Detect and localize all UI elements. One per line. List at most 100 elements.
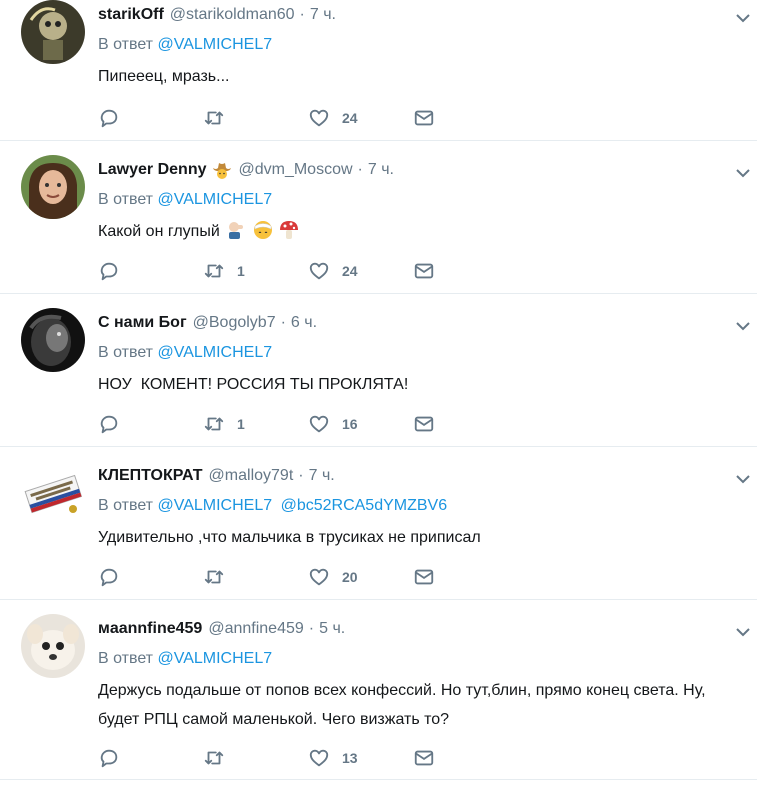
tweet[interactable]: КЛЕПТОКРАТ @malloy79t · 7 ч. В ответ @VA… [0, 447, 757, 600]
reply-mention[interactable]: @VALMICHEL7 [157, 191, 272, 208]
like-count: 24 [342, 263, 358, 279]
reply-button[interactable] [98, 107, 203, 129]
user-handle[interactable]: @annfine459 [208, 620, 303, 638]
dm-button[interactable] [413, 566, 435, 588]
reply-button[interactable] [98, 747, 203, 769]
reply-button[interactable] [98, 566, 203, 588]
user-handle[interactable]: @malloy79t [209, 467, 294, 485]
tweet[interactable]: мaannfine459 @annfine459 · 5 ч. В ответ … [0, 600, 757, 780]
like-icon [309, 415, 329, 433]
reply-to: В ответ @VALMICHEL7 [98, 650, 737, 670]
avatar[interactable] [21, 308, 85, 372]
like-button[interactable]: 16 [308, 413, 413, 435]
user-name[interactable]: мaannfine459 [98, 620, 202, 638]
retweet-icon [204, 417, 224, 431]
dm-icon [414, 263, 434, 279]
reply-to: В ответ @VALMICHEL7 @bc52RCA5dYMZBV6 [98, 497, 737, 517]
chevron-down-icon[interactable] [735, 165, 751, 181]
retweet-button[interactable] [203, 566, 308, 588]
cowboy-emoji-icon [213, 163, 232, 179]
retweet-button[interactable]: 1 [203, 413, 308, 435]
separator-dot: · [298, 467, 304, 484]
tweet-header: КЛЕПТОКРАТ @malloy79t · 7 ч. [98, 463, 737, 489]
tweet[interactable]: Lawyer Denny @dvm_Moscow · 7 ч. В ответ … [0, 141, 757, 294]
reply-icon [100, 415, 118, 434]
dm-button[interactable] [413, 413, 435, 435]
chevron-down-icon[interactable] [735, 471, 751, 487]
reply-button[interactable] [98, 260, 203, 282]
tweet-header: мaannfine459 @annfine459 · 5 ч. [98, 616, 737, 642]
timestamp[interactable]: 6 ч. [291, 314, 317, 332]
facepalm-emoji-icon [229, 222, 244, 239]
retweet-button[interactable] [203, 747, 308, 769]
like-count: 16 [342, 416, 358, 432]
reply-mention[interactable]: @bc52RCA5dYMZBV6 [281, 497, 448, 514]
reply-mention[interactable]: @VALMICHEL7 [157, 497, 272, 514]
tweet-actions: 1 24 [98, 258, 443, 284]
tweet-actions: 13 [98, 745, 443, 771]
reply-button[interactable] [98, 413, 203, 435]
user-name[interactable]: С нами Бог [98, 314, 187, 332]
dm-button[interactable] [413, 107, 435, 129]
user-handle[interactable]: @starikoldman60 [170, 6, 295, 24]
timestamp[interactable]: 5 ч. [319, 620, 345, 638]
chevron-down-icon[interactable] [735, 318, 751, 334]
like-button[interactable]: 24 [308, 107, 413, 129]
avatar[interactable] [21, 614, 85, 678]
reply-to: В ответ @VALMICHEL7 [98, 36, 737, 56]
dm-icon [414, 750, 434, 766]
reply-icon [100, 109, 118, 128]
tweet-actions: 24 [98, 105, 443, 131]
dm-icon [414, 569, 434, 585]
dm-icon [414, 416, 434, 432]
like-button[interactable]: 24 [308, 260, 413, 282]
avatar[interactable] [21, 155, 85, 219]
reply-mention[interactable]: @VALMICHEL7 [157, 344, 272, 361]
reply-prefix: В ответ [98, 650, 154, 667]
like-button[interactable]: 13 [308, 747, 413, 769]
reply-icon [100, 262, 118, 281]
avatar[interactable] [21, 0, 85, 64]
timestamp[interactable]: 7 ч. [309, 467, 335, 485]
retweet-icon [204, 264, 224, 278]
separator-dot: · [299, 6, 305, 23]
tweet[interactable]: С нами Бог @Bogolyb7 · 6 ч. В ответ @VAL… [0, 294, 757, 447]
tweet[interactable]: starikOff @starikoldman60 · 7 ч. В ответ… [0, 0, 757, 141]
chevron-down-icon[interactable] [735, 624, 751, 640]
separator-dot: · [280, 314, 286, 331]
like-icon [309, 262, 329, 280]
retweet-icon [204, 751, 224, 765]
dm-button[interactable] [413, 747, 435, 769]
chevron-down-icon[interactable] [735, 10, 751, 26]
retweet-button[interactable] [203, 107, 308, 129]
reply-prefix: В ответ [98, 191, 154, 208]
mushroom-emoji-icon [280, 221, 299, 239]
user-name[interactable]: КЛЕПТОКРАТ [98, 467, 203, 485]
reply-icon [100, 568, 118, 587]
separator-dot: · [308, 620, 315, 637]
tweet-text: Пипееец, мразь... [98, 68, 230, 85]
tweet-header: Lawyer Denny @dvm_Moscow · 7 ч. [98, 157, 737, 183]
retweet-button[interactable]: 1 [203, 260, 308, 282]
tweet-text: Какой он глупый [98, 223, 220, 240]
reply-mention[interactable]: @VALMICHEL7 [157, 36, 272, 53]
tweet-text-row: Какой он глупый [98, 217, 737, 246]
avatar[interactable] [21, 461, 85, 525]
timestamp[interactable]: 7 ч. [368, 161, 394, 179]
user-name[interactable]: starikOff [98, 6, 164, 24]
reply-mention[interactable]: @VALMICHEL7 [157, 650, 272, 667]
like-count: 20 [342, 569, 358, 585]
user-name[interactable]: Lawyer Denny [98, 161, 206, 179]
like-count: 24 [342, 110, 358, 126]
like-icon [309, 568, 329, 586]
user-handle[interactable]: @Bogolyb7 [193, 314, 276, 332]
like-icon [309, 749, 329, 767]
dm-button[interactable] [413, 260, 435, 282]
retweet-count: 1 [237, 416, 245, 432]
timestamp[interactable]: 7 ч. [310, 6, 336, 24]
retweet-icon [204, 570, 224, 584]
bandaged-face-emoji-icon [253, 221, 272, 239]
like-count: 13 [342, 750, 358, 766]
user-handle[interactable]: @dvm_Moscow [238, 161, 352, 179]
like-button[interactable]: 20 [308, 566, 413, 588]
